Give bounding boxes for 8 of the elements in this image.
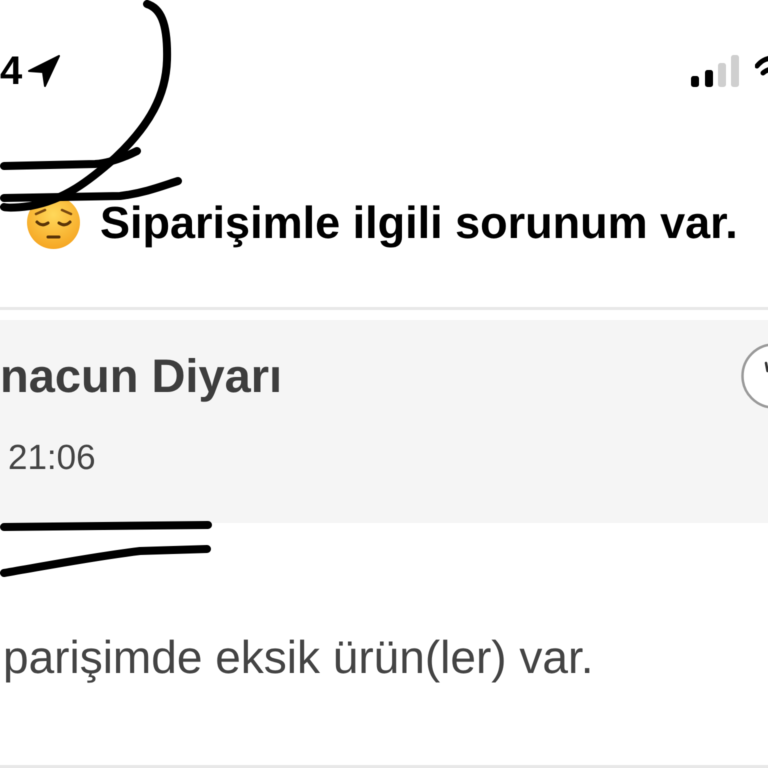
issue-option-text[interactable]: parişimde eksik ürün(ler) var. [0, 629, 594, 685]
restaurant-name: nacun Diyarı [0, 348, 282, 404]
page-title: Siparişimle ilgili sorunum var. [100, 196, 738, 249]
location-arrow-icon [28, 55, 60, 87]
order-time: 21:06 [7, 437, 96, 479]
status-time: 4 [0, 51, 22, 91]
signal-bars-icon [690, 55, 740, 87]
wifi-icon [755, 55, 768, 77]
